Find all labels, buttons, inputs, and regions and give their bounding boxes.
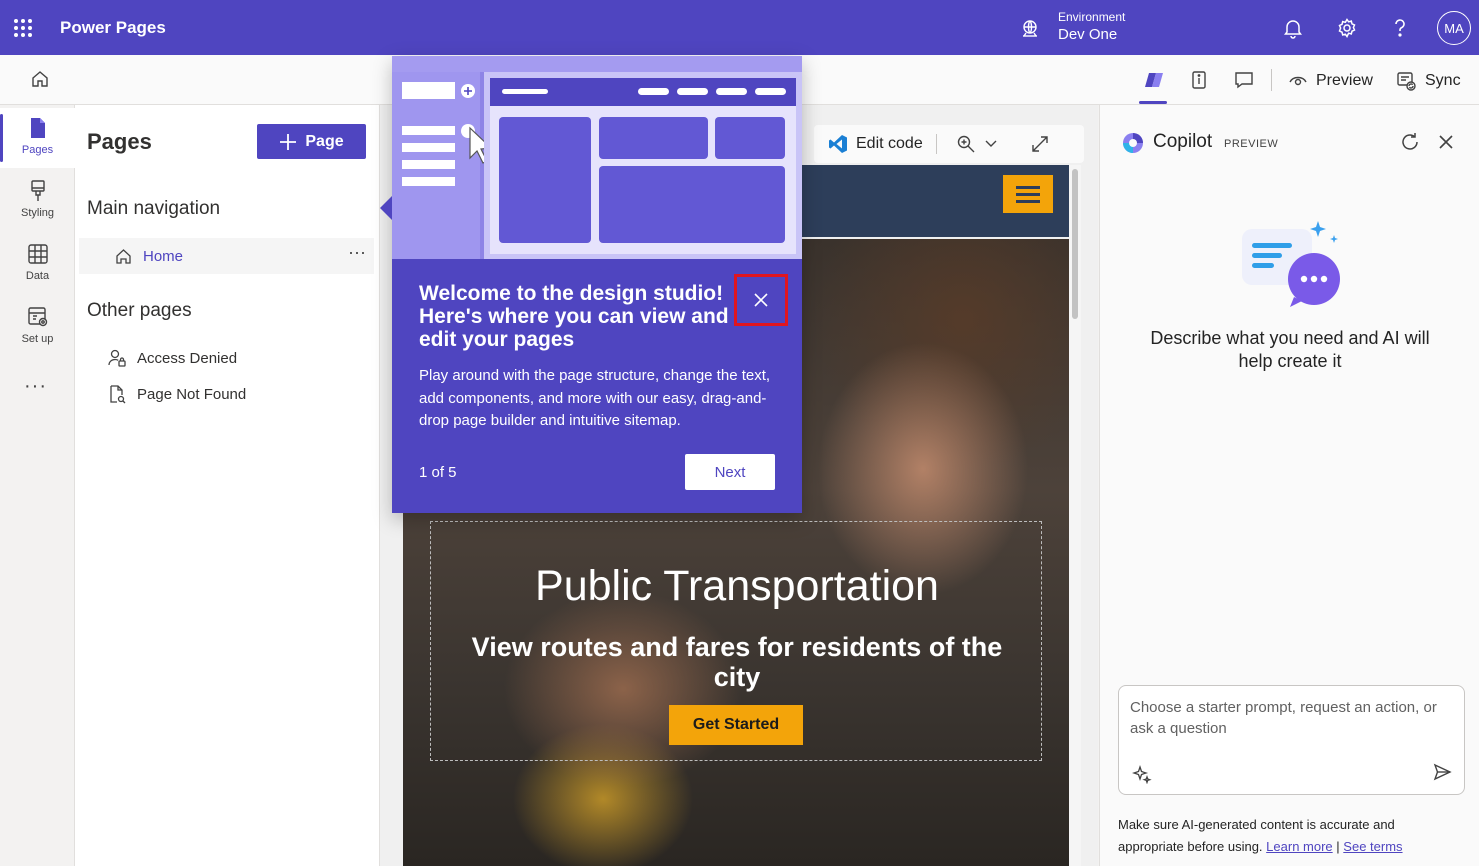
popup-next-button[interactable]: Next — [685, 454, 775, 490]
toolbar-separator — [936, 134, 937, 154]
zoom-icon[interactable] — [956, 134, 976, 154]
page-icon — [30, 118, 45, 138]
home-icon — [116, 249, 131, 264]
close-icon — [754, 293, 768, 307]
rail-item-styling[interactable]: Styling — [0, 171, 75, 231]
environment-icon[interactable] — [1020, 19, 1040, 39]
copilot-preview-badge: PREVIEW — [1224, 138, 1279, 150]
refresh-icon[interactable] — [1399, 131, 1421, 153]
app-launcher-icon[interactable] — [14, 19, 32, 37]
eye-icon — [1289, 76, 1307, 86]
copilot-prompt-input[interactable] — [1130, 697, 1455, 745]
top-bar: Power Pages Environment Dev One MA — [0, 0, 1479, 55]
sync-label: Sync — [1425, 72, 1461, 89]
hamburger-menu-icon[interactable] — [1003, 175, 1053, 213]
sync-button[interactable]: Sync — [1395, 70, 1461, 92]
other-page-page-not-found[interactable]: Page Not Found — [107, 384, 246, 404]
nav-item-home[interactable]: Home ··· — [79, 238, 374, 274]
command-separator — [1271, 69, 1272, 91]
hero-text-container[interactable]: Public Transportation View routes and fa… — [430, 521, 1042, 761]
link-separator: | — [1336, 839, 1340, 854]
main-navigation-title: Main navigation — [87, 198, 221, 219]
popup-close-button[interactable] — [734, 274, 788, 326]
copilot-logo-icon — [1123, 133, 1143, 153]
design-studio-illustration — [392, 56, 802, 259]
rail-label-pages: Pages — [21, 144, 54, 156]
preview-button[interactable]: Preview — [1288, 70, 1373, 92]
environment-label: Environment — [1058, 10, 1126, 24]
copilot-description: Describe what you need and AI will help … — [1150, 328, 1430, 371]
rail-label-data: Data — [25, 270, 50, 282]
app-name[interactable]: Power Pages — [60, 18, 166, 38]
chat-illustration-icon — [1242, 221, 1340, 307]
paintbrush-icon — [30, 180, 45, 201]
help-icon[interactable] — [1389, 17, 1411, 39]
sparkle-prompt-icon[interactable] — [1132, 764, 1152, 784]
left-rail: Pages Styling Data Set up ··· — [0, 105, 75, 866]
edit-code-button[interactable]: Edit code — [828, 134, 923, 154]
copilot-disclaimer: Make sure AI-generated content is accura… — [1118, 814, 1448, 858]
see-terms-link[interactable]: See terms — [1343, 839, 1402, 854]
page-not-found-label: Page Not Found — [137, 385, 247, 403]
avatar[interactable]: MA — [1437, 11, 1471, 45]
rail-item-data[interactable]: Data — [0, 234, 75, 294]
copilot-title: Copilot — [1153, 131, 1213, 152]
copilot-panel: Copilot PREVIEW Describe what you need a… — [1099, 105, 1479, 866]
home-icon[interactable] — [30, 69, 50, 89]
popup-beak — [380, 196, 392, 220]
learn-more-link[interactable]: Learn more — [1266, 839, 1332, 854]
preview-label: Preview — [1316, 72, 1373, 89]
rail-item-pages[interactable]: Pages — [0, 108, 75, 168]
bell-icon[interactable] — [1282, 17, 1304, 39]
popup-step-counter: 1 of 5 — [419, 464, 457, 481]
other-pages-title: Other pages — [87, 300, 192, 321]
plus-icon — [280, 133, 297, 150]
rail-item-setup[interactable]: Set up — [0, 297, 75, 357]
hero-subtitle[interactable]: View routes and fares for residents of t… — [461, 632, 1013, 692]
welcome-teaching-popup: Welcome to the design studio! Here's whe… — [380, 56, 802, 513]
add-page-label: Page — [305, 132, 344, 150]
canvas-toolbar: Edit code — [814, 125, 1084, 163]
popup-body: Play around with the page structure, cha… — [419, 367, 771, 429]
rail-label-styling: Styling — [20, 207, 55, 219]
copilot-input-box[interactable] — [1118, 685, 1465, 795]
canvas-scrollbar[interactable] — [1069, 165, 1081, 866]
settings-page-icon — [27, 307, 47, 327]
page-search-icon — [110, 385, 126, 404]
send-icon[interactable] — [1432, 762, 1452, 782]
sync-icon — [1397, 72, 1416, 91]
comment-icon[interactable] — [1233, 69, 1255, 91]
gear-icon[interactable] — [1336, 17, 1358, 39]
popup-title: Welcome to the design studio! Here's whe… — [419, 282, 729, 351]
pages-panel: Pages Page Main navigation Home ··· Othe… — [75, 105, 380, 866]
person-lock-icon — [108, 349, 126, 367]
environment-name[interactable]: Dev One — [1058, 26, 1117, 43]
rail-label-setup: Set up — [21, 333, 54, 345]
vscode-icon — [829, 135, 847, 153]
rail-more-button[interactable]: ··· — [24, 375, 47, 398]
other-page-access-denied[interactable]: Access Denied — [107, 348, 237, 368]
expand-icon[interactable] — [1030, 134, 1050, 154]
edit-code-label: Edit code — [856, 135, 923, 152]
copilot-tab-icon[interactable] — [1143, 69, 1165, 91]
access-denied-label: Access Denied — [137, 349, 238, 367]
close-icon[interactable] — [1437, 133, 1455, 151]
get-started-button[interactable]: Get Started — [669, 705, 803, 745]
nav-item-home-label: Home — [143, 248, 184, 265]
pages-panel-title: Pages — [87, 129, 152, 154]
copilot-tab-indicator — [1139, 101, 1167, 104]
chevron-down-icon[interactable] — [984, 138, 998, 150]
info-panel-icon[interactable] — [1188, 69, 1210, 91]
table-icon — [27, 244, 48, 264]
more-options-icon[interactable]: ··· — [348, 242, 366, 263]
add-page-button[interactable]: Page — [257, 124, 366, 159]
hero-title[interactable]: Public Transportation — [431, 562, 1043, 611]
canvas-scrollbar-thumb[interactable] — [1072, 169, 1078, 319]
